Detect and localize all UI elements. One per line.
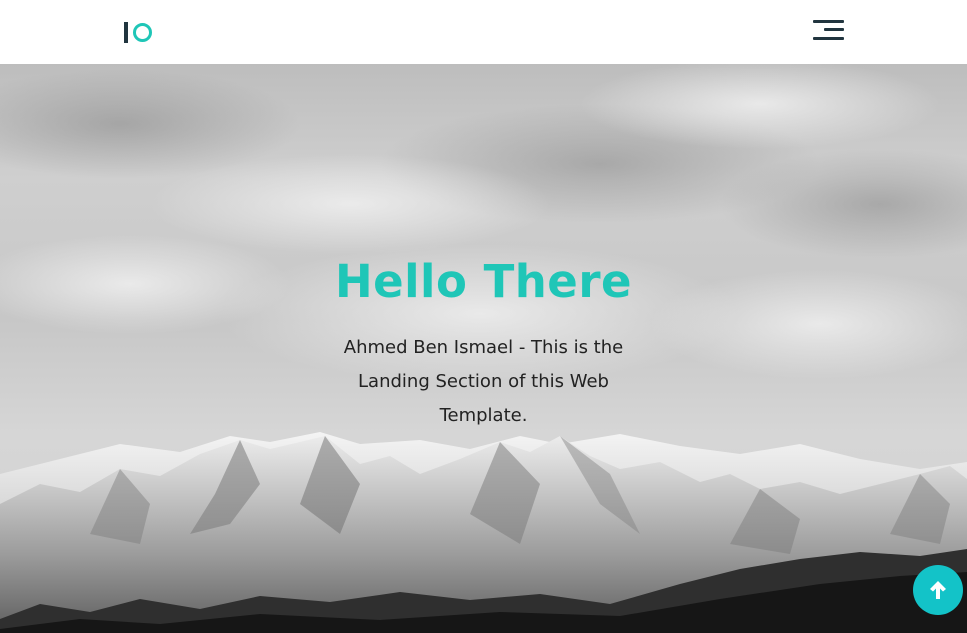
menu-line: [813, 37, 844, 40]
scroll-to-top-button[interactable]: [913, 565, 963, 615]
hamburger-menu-icon[interactable]: [812, 18, 844, 42]
navbar: [0, 0, 967, 64]
hero-section: Hello There Ahmed Ben Ismael - This is t…: [0, 64, 967, 633]
logo[interactable]: [124, 20, 152, 44]
hero-subtitle: Ahmed Ben Ismael - This is the Landing S…: [343, 337, 624, 426]
logo-letter-o: [132, 22, 152, 42]
hero-title: Hello There: [334, 255, 633, 308]
menu-line: [824, 28, 844, 31]
logo-letter-i: [124, 21, 128, 43]
arrow-up-icon: [930, 581, 946, 599]
menu-line: [813, 20, 844, 23]
